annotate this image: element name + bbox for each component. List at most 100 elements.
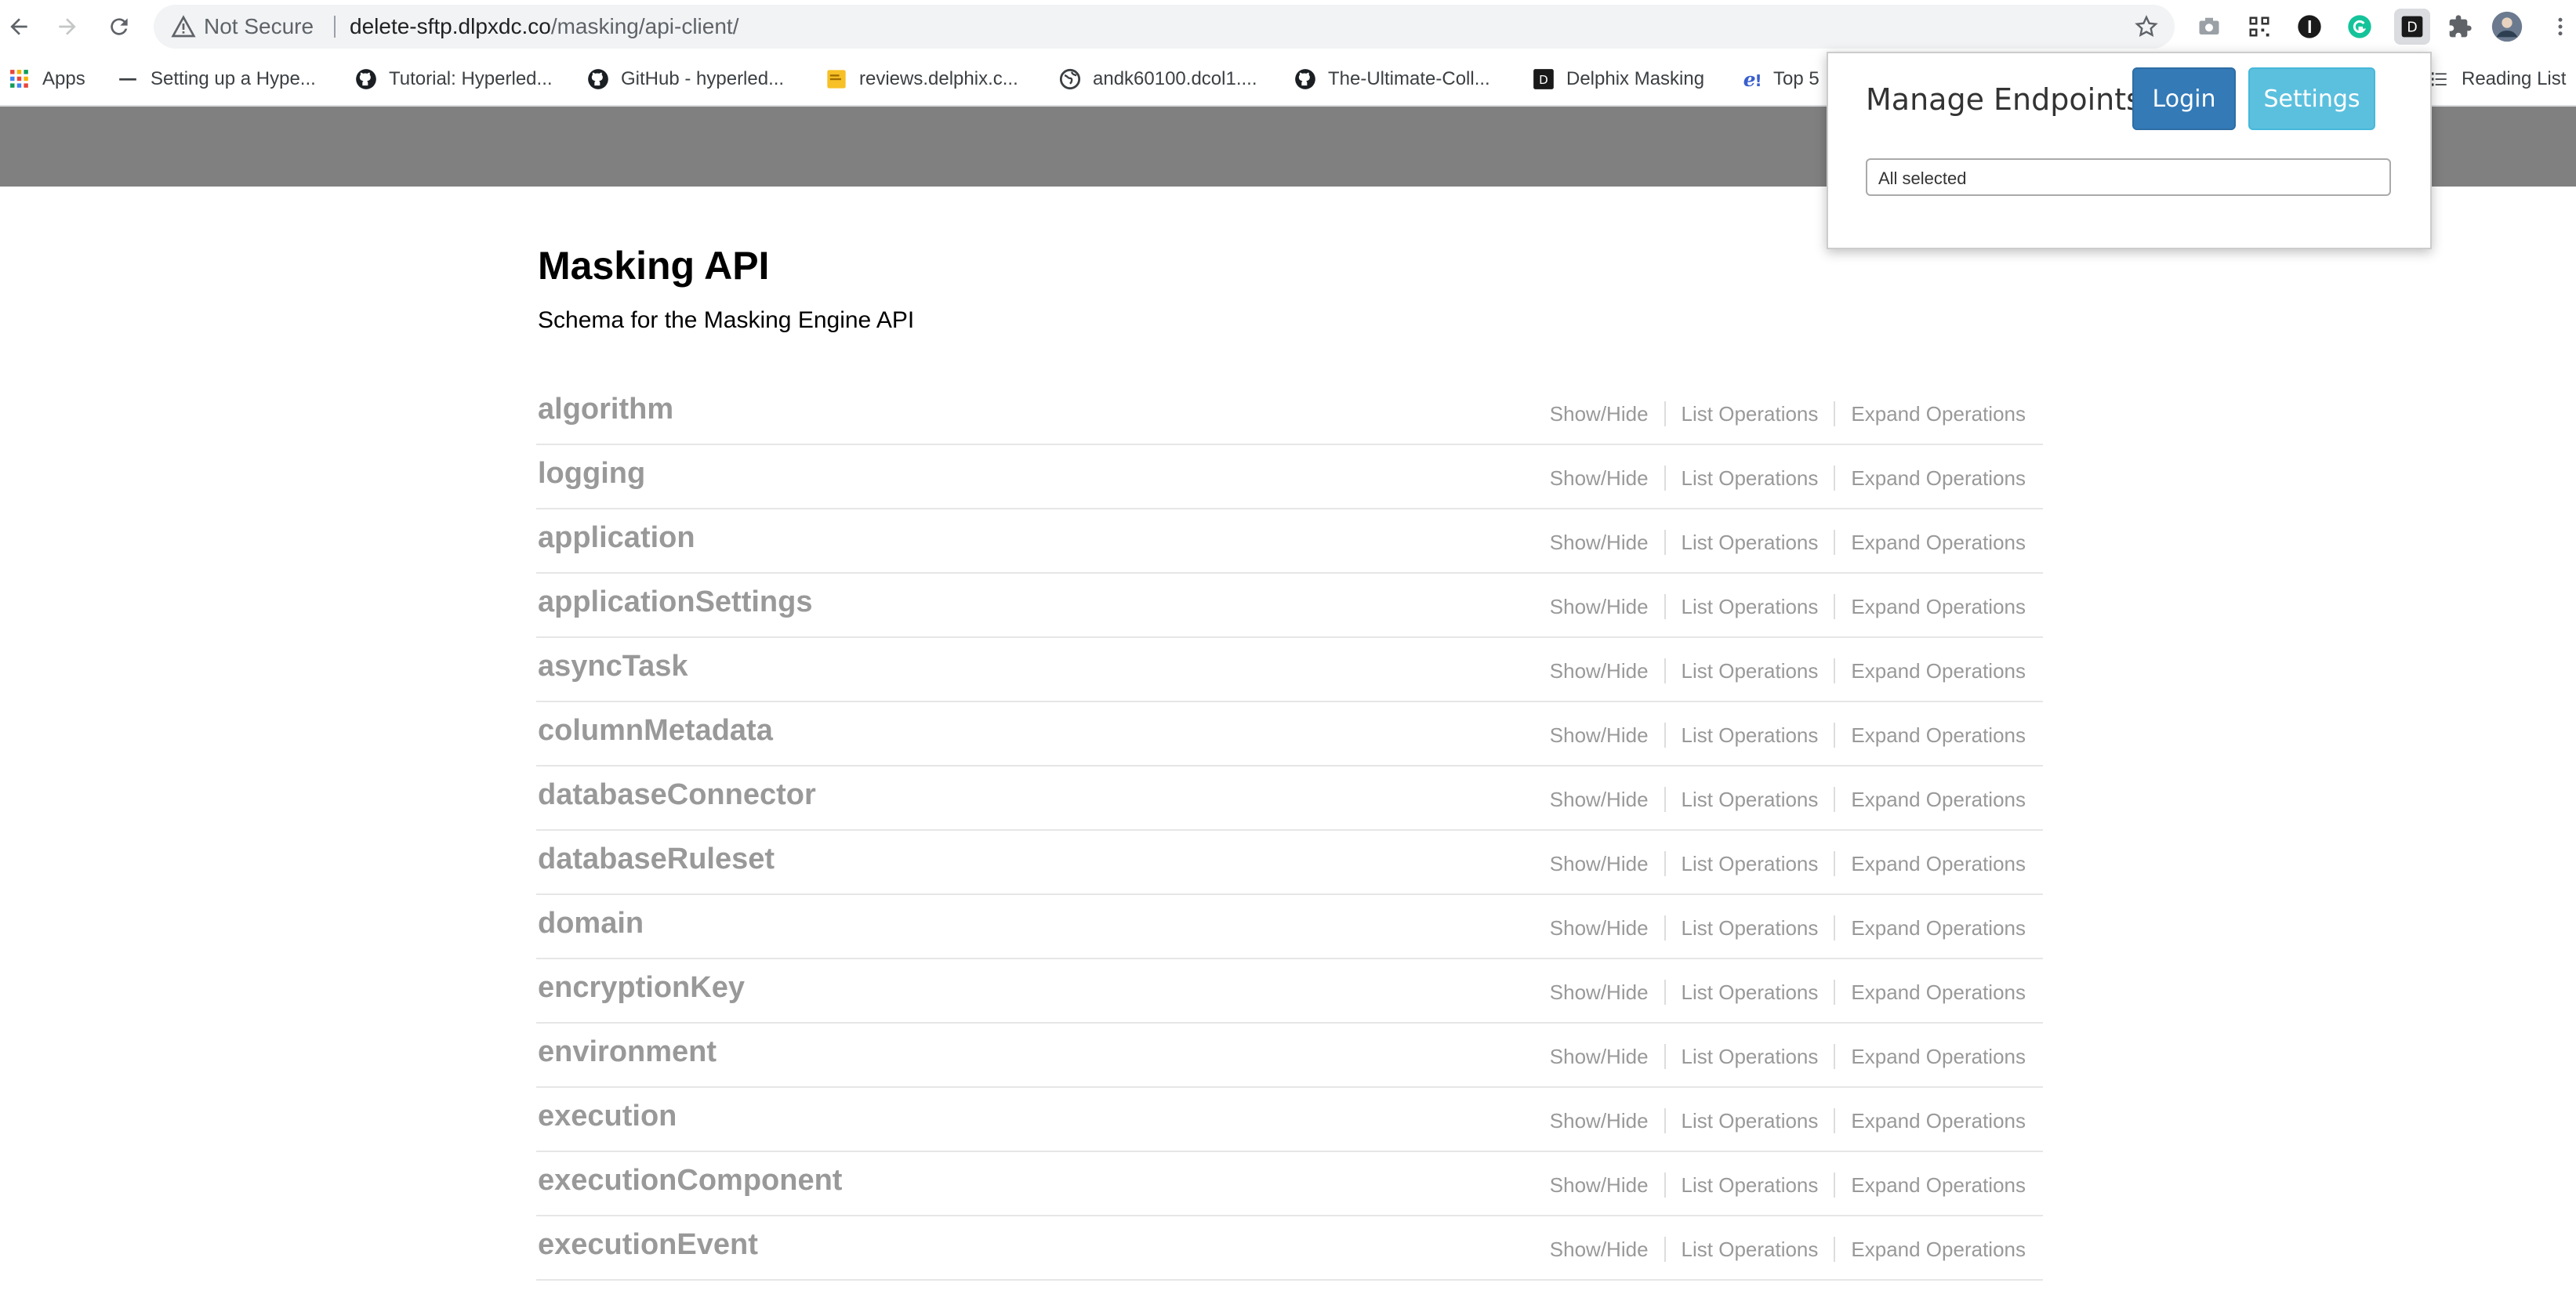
qr-code-icon[interactable] <box>2244 11 2275 42</box>
resource-name[interactable]: applicationSettings <box>538 574 812 630</box>
show-hide-link[interactable]: Show/Hide <box>1534 787 1664 812</box>
resource-name[interactable]: asyncTask <box>538 638 688 694</box>
resource-name[interactable]: databaseRuleset <box>538 831 775 887</box>
show-hide-link[interactable]: Show/Hide <box>1534 1237 1664 1262</box>
apps-grid-icon <box>8 67 31 91</box>
show-hide-link[interactable]: Show/Hide <box>1534 1044 1664 1069</box>
forward-arrow-icon <box>59 18 76 35</box>
list-operations-link[interactable]: List Operations <box>1664 466 1834 491</box>
show-hide-link[interactable]: Show/Hide <box>1534 466 1664 491</box>
show-hide-link[interactable]: Show/Hide <box>1534 594 1664 619</box>
bookmark-github-hyperledger[interactable]: GitHub - hyperled... <box>586 53 784 105</box>
resource-name[interactable]: environment <box>538 1024 717 1080</box>
expand-operations-link[interactable]: Expand Operations <box>1834 466 2026 491</box>
forward-button[interactable] <box>49 8 86 45</box>
list-operations-link[interactable]: List Operations <box>1664 1172 1834 1198</box>
resource-name[interactable]: algorithm <box>538 381 673 437</box>
list-operations-link[interactable]: List Operations <box>1664 530 1834 555</box>
resource-name[interactable]: executionComponent <box>538 1152 842 1209</box>
show-hide-link[interactable]: Show/Hide <box>1534 1172 1664 1198</box>
resource-row: databaseConnector Show/Hide List Operation… <box>536 767 2043 831</box>
resource-name[interactable]: encryptionKey <box>538 959 745 1016</box>
resource-row: columnMetadata Show/Hide List Operations Ex… <box>536 702 2043 767</box>
github-icon <box>354 67 378 91</box>
camera-icon[interactable] <box>2193 11 2225 42</box>
list-operations-link[interactable]: List Operations <box>1664 1237 1834 1262</box>
profile-avatar[interactable] <box>2491 11 2523 42</box>
list-operations-link[interactable]: List Operations <box>1664 723 1834 748</box>
show-hide-link[interactable]: Show/Hide <box>1534 723 1664 748</box>
show-hide-link[interactable]: Show/Hide <box>1534 980 1664 1005</box>
list-operations-link[interactable]: List Operations <box>1664 915 1834 941</box>
list-operations-link[interactable]: List Operations <box>1664 980 1834 1005</box>
show-hide-link[interactable]: Show/Hide <box>1534 401 1664 426</box>
list-operations-link[interactable]: List Operations <box>1664 594 1834 619</box>
resource-operations: Show/Hide List Operations Expand Operation… <box>1534 1108 2026 1133</box>
show-hide-link[interactable]: Show/Hide <box>1534 851 1664 876</box>
resource-row: executionEvent Show/Hide List Operations Ex… <box>536 1216 2043 1281</box>
list-operations-link[interactable]: List Operations <box>1664 401 1834 426</box>
puzzle-icon[interactable] <box>2444 11 2476 42</box>
bookmark-star-icon[interactable] <box>2134 14 2159 39</box>
expand-operations-link[interactable]: Expand Operations <box>1834 594 2026 619</box>
bookmark-delphix-masking[interactable]: D Delphix Masking <box>1532 53 1704 105</box>
bookmark-tutorial-hyperledger[interactable]: Tutorial: Hyperled... <box>354 53 553 105</box>
bookmark-setting-up-hyperledger[interactable]: Setting up a Hype... <box>116 53 316 105</box>
resource-row: application Show/Hide List Operations Expan… <box>536 509 2043 574</box>
expand-operations-link[interactable]: Expand Operations <box>1834 658 2026 683</box>
onepassword-icon[interactable] <box>2294 11 2325 42</box>
expand-operations-link[interactable]: Expand Operations <box>1834 1108 2026 1133</box>
reading-list[interactable]: Reading List <box>2427 53 2566 105</box>
bookmark-andk60100[interactable]: andk60100.dcol1.... <box>1058 53 1257 105</box>
login-button[interactable]: Login <box>2132 67 2236 130</box>
resource-name[interactable]: application <box>538 509 695 566</box>
security-label[interactable]: Not Secure <box>204 5 314 49</box>
expand-operations-link[interactable]: Expand Operations <box>1834 1237 2026 1262</box>
expand-operations-link[interactable]: Expand Operations <box>1834 980 2026 1005</box>
expand-operations-link[interactable]: Expand Operations <box>1834 530 2026 555</box>
reload-button[interactable] <box>100 8 138 45</box>
expand-operations-link[interactable]: Expand Operations <box>1834 915 2026 941</box>
settings-button[interactable]: Settings <box>2248 67 2375 130</box>
resource-name[interactable]: columnMetadata <box>538 702 773 759</box>
show-hide-link[interactable]: Show/Hide <box>1534 915 1664 941</box>
delphix-extension-icon[interactable]: D <box>2394 9 2430 45</box>
expand-operations-link[interactable]: Expand Operations <box>1834 1172 2026 1198</box>
resource-name[interactable]: execution <box>538 1088 677 1144</box>
list-operations-link[interactable]: List Operations <box>1664 1108 1834 1133</box>
bookmark-label: Delphix Masking <box>1566 68 1705 89</box>
resource-name[interactable]: domain <box>538 895 644 951</box>
bookmark-apps[interactable]: Apps <box>8 53 85 105</box>
e-icon: e! <box>1739 67 1762 91</box>
expand-operations-link[interactable]: Expand Operations <box>1834 723 2026 748</box>
address-bar[interactable]: Not Secure delete-sftp.dlpxdc.co/masking… <box>154 5 2175 49</box>
bookmark-top-5[interactable]: e! Top 5 <box>1739 53 1820 105</box>
list-operations-link[interactable]: List Operations <box>1664 658 1834 683</box>
show-hide-link[interactable]: Show/Hide <box>1534 530 1664 555</box>
resource-operations: Show/Hide List Operations Expand Operation… <box>1534 723 2026 748</box>
warning-triangle-icon <box>171 15 196 38</box>
expand-operations-link[interactable]: Expand Operations <box>1834 401 2026 426</box>
resource-name[interactable]: logging <box>538 445 645 502</box>
back-button[interactable] <box>0 8 38 45</box>
show-hide-link[interactable]: Show/Hide <box>1534 1108 1664 1133</box>
expand-operations-link[interactable]: Expand Operations <box>1834 851 2026 876</box>
svg-text:e: e <box>1743 68 1756 91</box>
bookmark-label: Top 5 <box>1773 68 1820 89</box>
expand-operations-link[interactable]: Expand Operations <box>1834 1044 2026 1069</box>
resource-row: algorithm Show/Hide List Operations Expand … <box>536 381 2043 445</box>
expand-operations-link[interactable]: Expand Operations <box>1834 787 2026 812</box>
grammarly-icon[interactable] <box>2344 11 2375 42</box>
show-hide-link[interactable]: Show/Hide <box>1534 658 1664 683</box>
endpoint-select[interactable]: All selected <box>1866 158 2391 196</box>
bookmark-ultimate-collection[interactable]: The-Ultimate-Coll... <box>1293 53 1490 105</box>
url-text[interactable]: delete-sftp.dlpxdc.co/masking/api-client… <box>350 5 738 49</box>
list-operations-link[interactable]: List Operations <box>1664 851 1834 876</box>
list-operations-link[interactable]: List Operations <box>1664 1044 1834 1069</box>
list-operations-link[interactable]: List Operations <box>1664 787 1834 812</box>
resource-name[interactable]: executionEvent <box>538 1216 758 1273</box>
resource-row: environment Show/Hide List Operations Expan… <box>536 1024 2043 1088</box>
more-icon[interactable] <box>2545 11 2576 42</box>
bookmark-reviews-delphix[interactable]: reviews.delphix.c... <box>825 53 1018 105</box>
resource-name[interactable]: databaseConnector <box>538 767 816 823</box>
